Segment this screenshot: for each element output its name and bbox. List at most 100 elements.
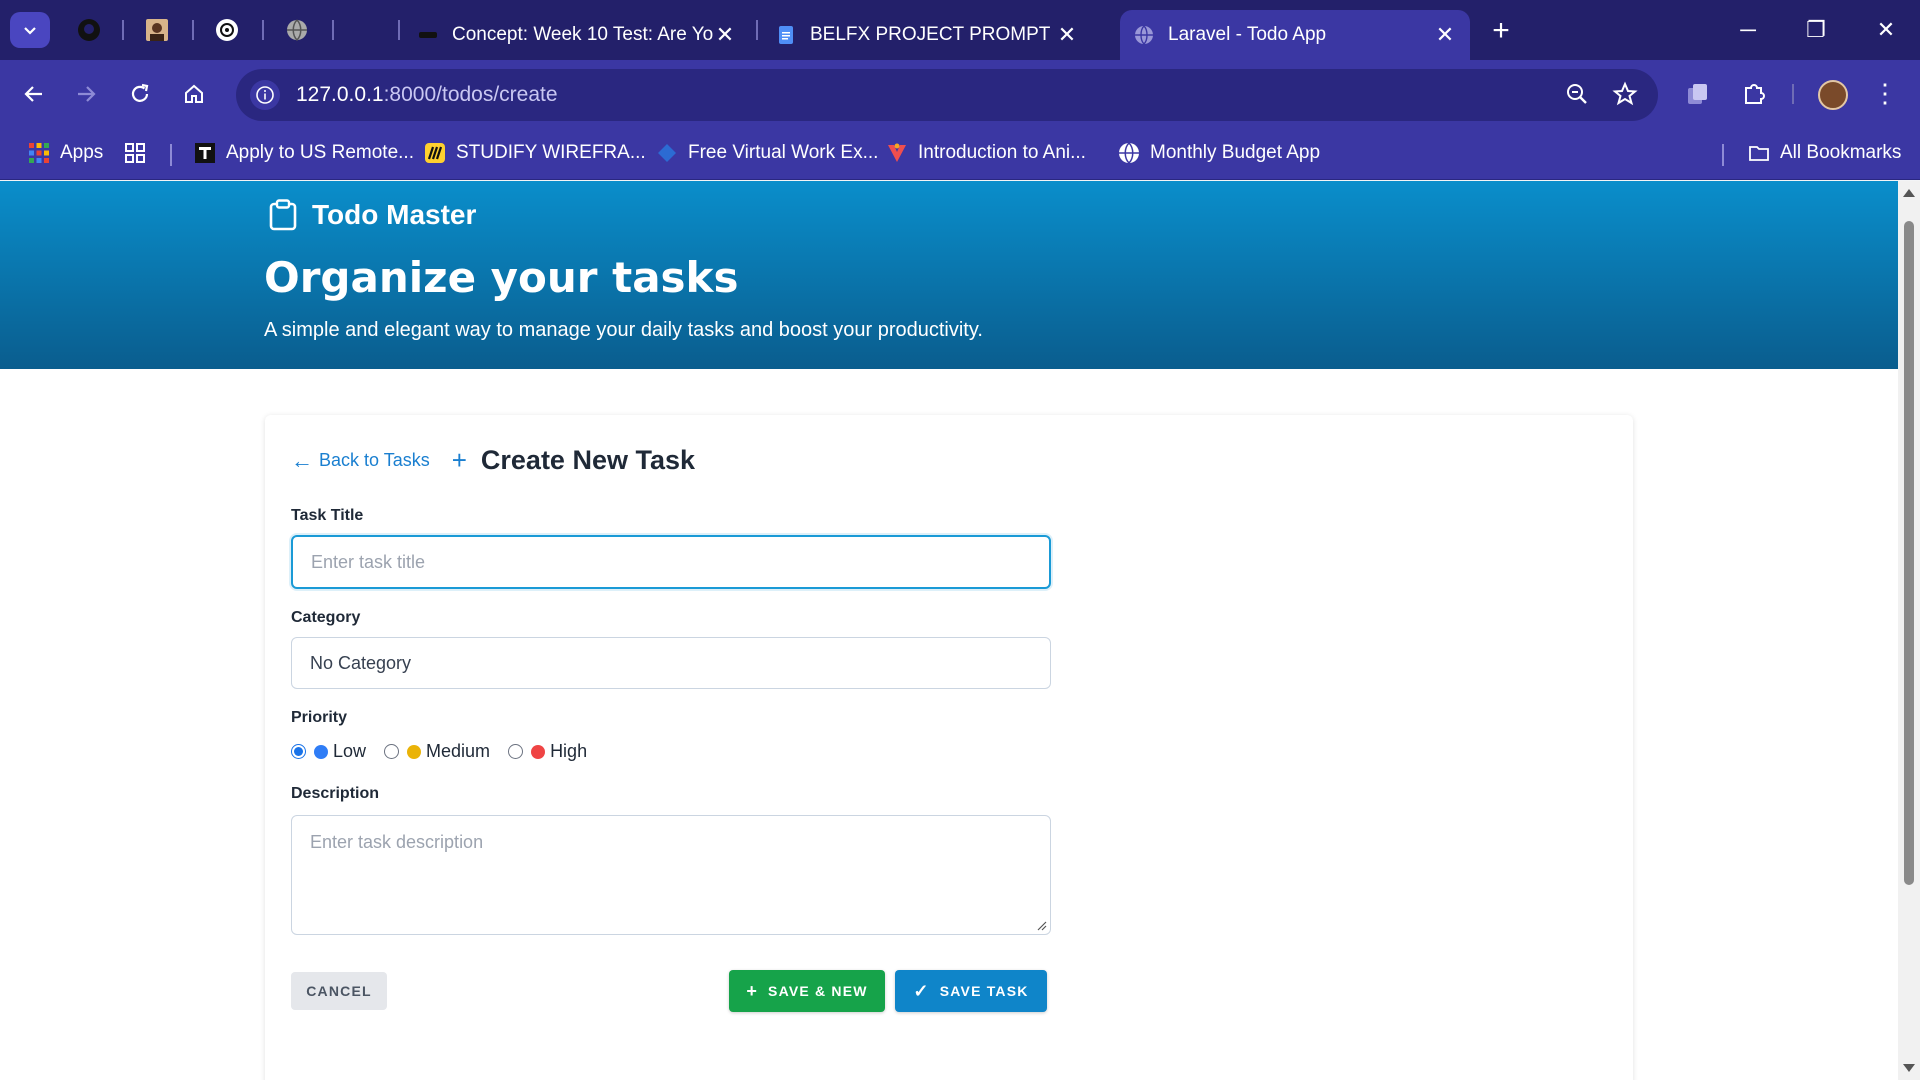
bookmark-virtual-work[interactable]: Free Virtual Work Ex...	[656, 142, 878, 164]
close-window-button[interactable]: ✕	[1866, 12, 1906, 48]
globe-icon	[1119, 142, 1139, 164]
profile-photo-icon	[146, 19, 168, 41]
pinned-tab-github[interactable]	[76, 17, 102, 43]
description-label: Description	[291, 785, 380, 802]
tab-concept-week10[interactable]: Concept: Week 10 Test: Are You ✕	[404, 10, 750, 60]
radio-low[interactable]	[291, 744, 306, 759]
tab-title: BELFX PROJECT PROMPT - Goo	[810, 24, 1056, 45]
extensions-button[interactable]	[1736, 76, 1772, 112]
bookmark-budget-app[interactable]: Monthly Budget App	[1118, 142, 1320, 164]
globe-icon	[1135, 25, 1153, 45]
minimize-button[interactable]: ─	[1728, 12, 1768, 48]
task-title-input[interactable]: Enter task title	[291, 535, 1051, 589]
priority-option-low[interactable]: Low	[291, 741, 366, 762]
description-placeholder: Enter task description	[310, 832, 484, 852]
cancel-label: CANCEL	[306, 983, 372, 999]
bookmark-us-remote[interactable]: Apply to US Remote...	[194, 142, 414, 164]
bookmark-all-bookmarks[interactable]: All Bookmarks	[1748, 142, 1901, 164]
task-title-label: Task Title	[291, 507, 364, 524]
new-tab-button[interactable]: +	[1484, 14, 1518, 48]
google-docs-icon	[779, 26, 793, 44]
priority-low-label: Low	[333, 741, 367, 761]
page-viewport: Todo Master Organize your tasks A simple…	[0, 181, 1898, 1080]
plus-icon: +	[746, 980, 759, 1001]
bookmark-introduction[interactable]: Introduction to Ani...	[886, 142, 1086, 164]
scroll-up-icon[interactable]	[1903, 189, 1915, 197]
page-title: Organize your tasks	[264, 253, 739, 302]
description-textarea[interactable]: Enter task description	[291, 815, 1051, 935]
address-bar[interactable]: 127.0.0.1:8000/todos/create	[236, 69, 1658, 121]
tab-separator	[192, 20, 194, 40]
url-text[interactable]: 127.0.0.1:8000/todos/create	[296, 83, 558, 107]
high-dot-icon	[531, 744, 546, 759]
forage-icon	[658, 144, 676, 162]
priority-medium-label: Medium	[426, 741, 491, 761]
reload-button[interactable]	[122, 76, 158, 112]
bookmark-apps[interactable]: Apps	[28, 142, 103, 164]
tab-title: Concept: Week 10 Test: Are You	[452, 24, 714, 45]
pinned-tab-profile[interactable]	[144, 17, 170, 43]
url-path: :8000/todos/create	[383, 83, 558, 106]
reload-icon	[131, 83, 149, 102]
card-header: ← Back to Tasks + Create New Task	[291, 445, 695, 476]
create-task-card: ← Back to Tasks + Create New Task Task T…	[265, 415, 1633, 1080]
brand[interactable]: Todo Master	[268, 199, 476, 231]
tab-laravel-todo[interactable]: Laravel - Todo App ✕	[1120, 10, 1470, 60]
close-tab-icon[interactable]: ✕	[1056, 22, 1078, 48]
priority-label: Priority	[291, 709, 348, 726]
folder-icon	[1749, 146, 1769, 161]
bookmark-label: Introduction to Ani...	[918, 142, 1086, 163]
page-scrollbar[interactable]	[1898, 181, 1920, 1080]
tab-belfx-prompt[interactable]: BELFX PROJECT PROMPT - Goo ✕	[762, 10, 1092, 60]
apps-grid-icon	[29, 143, 49, 163]
arrow-right-icon	[78, 86, 96, 102]
scrollbar-thumb[interactable]	[1904, 221, 1914, 885]
medium-dot-icon	[407, 744, 422, 759]
bookmark-separator	[170, 144, 172, 166]
extension-button[interactable]	[1680, 76, 1716, 112]
github-icon	[78, 19, 100, 41]
bookmark-tab-groups[interactable]	[124, 142, 156, 164]
priority-option-medium[interactable]: Medium	[384, 741, 490, 762]
radio-medium[interactable]	[384, 744, 400, 759]
close-tab-icon[interactable]: ✕	[1434, 22, 1456, 48]
pinned-tab-web[interactable]	[284, 17, 310, 43]
arrow-left-icon	[24, 86, 42, 102]
tab-separator	[756, 20, 758, 40]
tab-separator	[262, 20, 264, 40]
bookmarks-bar: Apps Apply to US Remote... STUDIFY WIREF…	[0, 128, 1920, 180]
priority-option-high[interactable]: High	[508, 741, 587, 762]
priority-group: Low Medium High	[291, 741, 605, 762]
bookmark-label: All Bookmarks	[1780, 142, 1902, 163]
check-icon: ✓	[913, 980, 930, 1001]
forward-button[interactable]	[68, 76, 104, 112]
remote-site-icon	[195, 143, 215, 163]
zoom-icon[interactable]	[1564, 81, 1590, 107]
back-button[interactable]	[16, 76, 52, 112]
radio-high[interactable]	[508, 744, 524, 759]
bookmark-studify[interactable]: STUDIFY WIREFRA...	[424, 142, 646, 164]
profile-avatar[interactable]	[1818, 80, 1848, 110]
tab-separator	[398, 20, 400, 40]
scroll-down-icon[interactable]	[1903, 1064, 1915, 1072]
browser-menu-icon[interactable]: ⋮	[1872, 78, 1898, 109]
category-label: Category	[291, 609, 361, 626]
home-button[interactable]	[176, 76, 212, 112]
restore-button[interactable]: ❐	[1796, 12, 1836, 48]
save-task-button[interactable]: ✓ SAVE TASK	[895, 970, 1047, 1012]
low-dot-icon	[314, 744, 328, 759]
miro-icon	[425, 143, 445, 163]
bookmark-star-icon[interactable]	[1612, 81, 1638, 107]
browser-tabstrip: Concept: Week 10 Test: Are You ✕ BELFX P…	[0, 0, 1920, 60]
hero-header: Todo Master Organize your tasks A simple…	[0, 181, 1898, 369]
save-and-new-button[interactable]: + SAVE & NEW	[729, 970, 885, 1012]
category-select[interactable]: No Category	[291, 637, 1051, 689]
brand-name: Todo Master	[312, 199, 477, 230]
resize-handle-icon[interactable]	[1035, 919, 1047, 931]
pinned-tab-chatgpt[interactable]	[214, 17, 240, 43]
close-tab-icon[interactable]: ✕	[714, 22, 736, 48]
back-to-tasks-link[interactable]: ← Back to Tasks	[291, 448, 430, 474]
site-info-icon[interactable]	[250, 80, 280, 110]
cancel-button[interactable]: CANCEL	[291, 972, 387, 1010]
tab-search-button[interactable]	[10, 12, 50, 48]
